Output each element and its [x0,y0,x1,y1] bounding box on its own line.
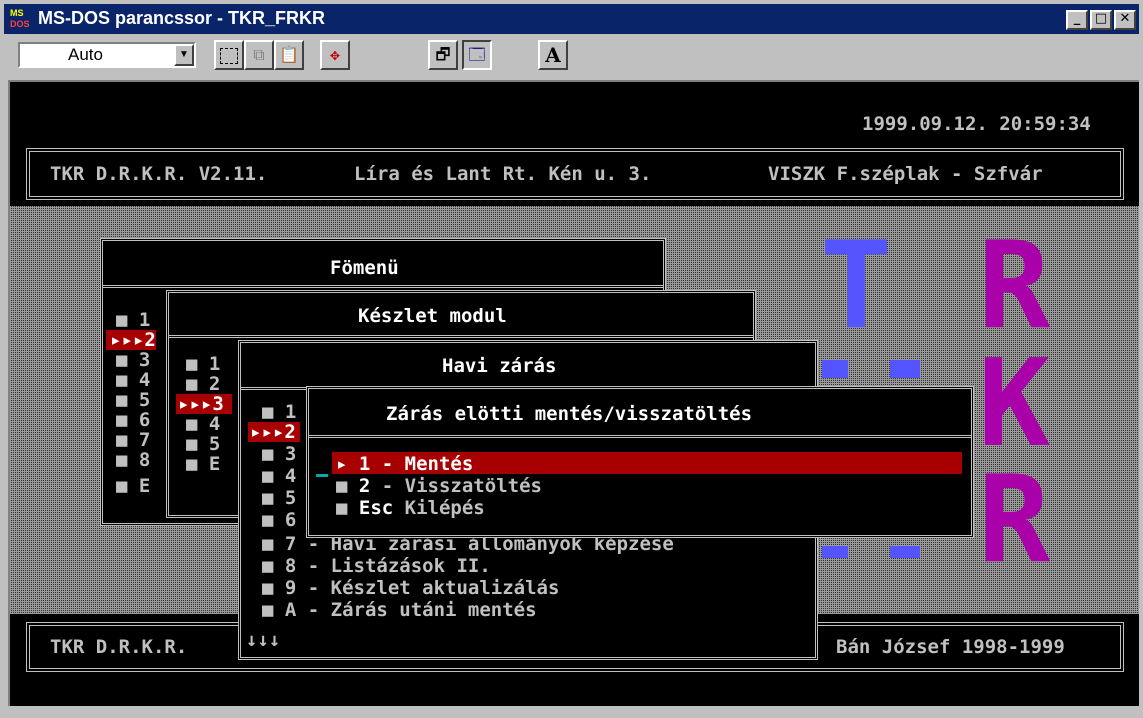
menu-item[interactable]: ■ E [116,474,150,498]
bullet: ■ [336,475,348,497]
header-mid: Líra és Lant Rt. Kén u. 3. [354,163,652,185]
main-menu-title: Fömenü [330,257,399,279]
menu-item[interactable]: ■ 4 [262,464,296,488]
item-label: - Mentés [370,453,474,475]
chevron-down-icon[interactable]: ▼ [174,44,194,66]
toolbar: Auto ▼ ⧉ 📋 ✥ 🗗 🗔 A [4,36,1139,76]
console-screen[interactable]: 1999.09.12. 20:59:34 TKR D.R.K.R. V2.11.… [8,80,1139,706]
item-key: 2 [358,475,371,497]
font-icon: A [545,43,561,67]
menu-item[interactable]: ■ 8 [116,448,150,472]
fullscreen-button[interactable]: ✥ [320,40,350,70]
menu-item-long[interactable]: ■ A - Zárás utáni mentés [262,598,537,622]
menu-item-long[interactable]: ■ 9 - Készlet aktualizálás [262,576,559,600]
monthly-close-title: Havi zárás [442,355,557,377]
icon-text-bottom: DOS [10,19,30,29]
minimize-button[interactable]: _ [1066,10,1088,30]
cursor [316,474,328,477]
logo-fragment [822,360,848,378]
backup-title: Zárás elötti mentés/visszatöltés [386,403,753,425]
item-key: 1 [358,453,371,475]
menu-item-long[interactable]: ■ 8 - Listázások II. [262,554,491,578]
minimize-icon: _ [1073,11,1081,26]
backup-item-exit[interactable]: ■ Esc Kilépés [336,496,485,520]
maximize-button[interactable]: □ [1090,10,1112,30]
close-icon: ✕ [1119,11,1131,26]
menu-item[interactable]: ■ 6 [262,508,296,532]
window-title: MS-DOS parancssor - TKR_FRKR [38,8,326,28]
copy-icon: ⧉ [253,45,265,64]
bullet-arrow: ▸ [336,453,348,475]
menu-item[interactable]: ■ 5 [262,486,296,510]
title-bar[interactable]: MS DOS MS-DOS parancssor - TKR_FRKR _ □ … [4,4,1139,34]
background-button[interactable]: 🗔 [462,40,492,70]
timestamp: 1999.09.12. 20:59:34 [862,113,1091,135]
logo-fragment [822,546,848,558]
logo-letter-r-top: R [978,217,1051,356]
header-left: TKR D.R.K.R. V2.11. [50,163,268,185]
backup-item-restore[interactable]: ■ 2 - Visszatöltés [336,474,542,498]
properties-button[interactable]: 🗗 [428,40,458,70]
mark-icon [220,48,238,64]
item-key: Esc [358,497,394,519]
bullet: ■ [336,497,348,519]
header-right: VISZK F.széplak - Szfvár [768,163,1043,185]
backup-item-save[interactable]: ▸ 1 - Mentés [336,452,473,476]
logo-letter-k: K [978,335,1051,474]
logo-letter-t: T [820,217,893,356]
scroll-more-indicator[interactable]: ↓↓↓ [246,628,281,652]
close-button[interactable]: ✕ [1114,10,1136,30]
properties-icon: 🗗 [435,45,451,64]
font-size-value: Auto [68,45,103,64]
logo-fragment [890,546,920,558]
item-label: - Visszatöltés [370,475,542,497]
maximize-icon: □ [1094,11,1108,26]
copy-button[interactable]: ⧉ [244,40,274,70]
dos-window: MS DOS MS-DOS parancssor - TKR_FRKR _ □ … [0,0,1143,718]
paste-button[interactable]: 📋 [274,40,304,70]
menu-item[interactable]: ■ E [186,452,220,476]
footer-left: TKR D.R.K.R. [50,636,188,658]
msdos-icon[interactable]: MS DOS [10,8,32,30]
font-button[interactable]: A [538,40,568,70]
menu-item-selected[interactable]: ▸▸▸2 [250,420,296,444]
logo-letter-r-bottom: R [978,451,1051,590]
fullscreen-icon: ✥ [330,45,340,64]
icon-text-top: MS [10,8,24,18]
background-icon: 🗔 [468,45,486,64]
logo-fragment [890,360,920,378]
mark-button[interactable] [214,40,244,70]
paste-icon: 📋 [279,45,299,64]
footer-right: Bán József 1998-1999 [836,636,1065,658]
menu-item[interactable]: ■ 3 [262,442,296,466]
font-size-select[interactable]: Auto ▼ [18,42,196,68]
item-label: Kilépés [393,497,485,519]
stock-module-title: Készlet modul [358,305,507,327]
